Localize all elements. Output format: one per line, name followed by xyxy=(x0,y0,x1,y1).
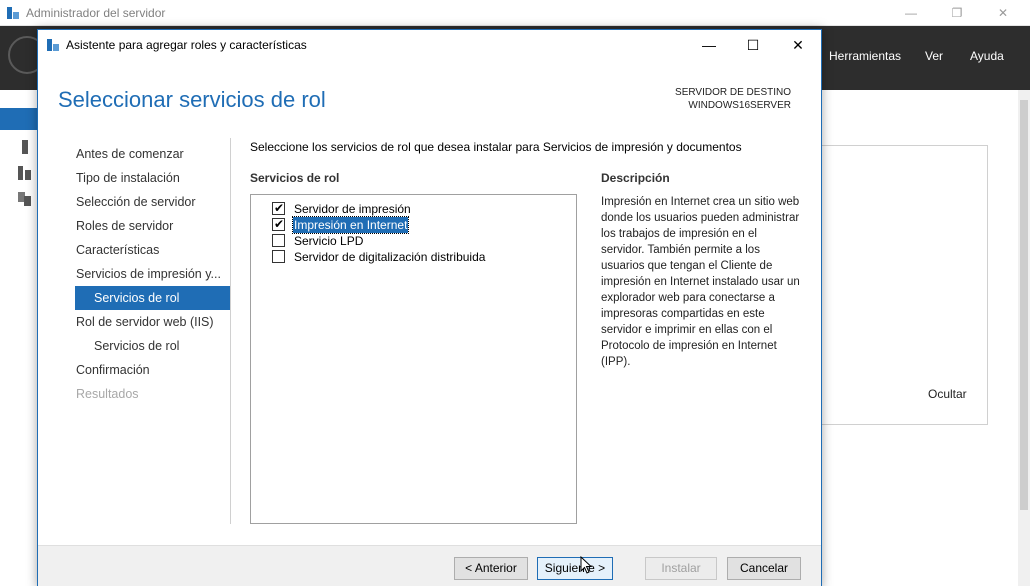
wizard-steps: Antes de comenzar Tipo de instalación Se… xyxy=(75,142,230,406)
previous-button[interactable]: < Anterior xyxy=(454,557,528,580)
checkbox-print-server[interactable]: ✔ xyxy=(272,201,285,215)
destination-server: SERVIDOR DE DESTINO WINDOWS16SERVER xyxy=(675,86,791,112)
dashboard-icon[interactable] xyxy=(0,108,38,130)
destination-server-name: WINDOWS16SERVER xyxy=(688,100,791,111)
wizard-minimize-icon[interactable]: — xyxy=(686,30,732,60)
server-manager-title: Administrador del servidor xyxy=(26,6,166,20)
step-role-services-print[interactable]: Servicios de rol xyxy=(75,286,230,310)
checkbox-internet-printing[interactable]: ✔ xyxy=(272,217,285,231)
wizard-app-icon xyxy=(47,39,59,51)
checkmark-icon: ✔ xyxy=(274,201,285,215)
hide-link[interactable]: Ocultar xyxy=(928,387,967,401)
menu-view[interactable]: Ver xyxy=(925,49,943,63)
scrollbar-thumb[interactable] xyxy=(1020,100,1028,510)
step-results: Resultados xyxy=(76,387,139,401)
cancel-button[interactable]: Cancelar xyxy=(727,557,801,580)
step-web-server-role[interactable]: Rol de servidor web (IIS) xyxy=(75,310,230,334)
step-confirmation[interactable]: Confirmación xyxy=(75,358,230,382)
wizard-titlebar: Asistente para agregar roles y caracterí… xyxy=(38,30,821,60)
scrollbar[interactable] xyxy=(1018,90,1030,586)
step-role-services-iis[interactable]: Servicios de rol xyxy=(75,334,230,358)
list-item-label: Servicio LPD xyxy=(294,234,364,248)
wizard-close-icon[interactable]: ✕ xyxy=(775,30,821,60)
background-panel xyxy=(818,145,988,425)
server-manager-nav xyxy=(0,90,38,586)
close-icon[interactable]: ✕ xyxy=(980,0,1026,26)
destination-label: SERVIDOR DE DESTINO xyxy=(675,87,791,98)
wizard-title: Asistente para agregar roles y caracterí… xyxy=(66,38,307,52)
description-label: Descripción xyxy=(601,171,670,185)
wizard-maximize-icon[interactable]: ☐ xyxy=(730,30,776,60)
step-server-roles[interactable]: Roles de servidor xyxy=(75,214,230,238)
checkbox-distributed-scan-server[interactable] xyxy=(272,250,285,263)
step-installation-type[interactable]: Tipo de instalación xyxy=(75,166,230,190)
install-button: Instalar xyxy=(645,557,717,580)
server-manager-titlebar: Administrador del servidor — ❐ ✕ xyxy=(0,0,1030,26)
step-features[interactable]: Características xyxy=(75,238,230,262)
checkmark-icon: ✔ xyxy=(274,217,285,231)
next-button[interactable]: Siguiente > xyxy=(537,557,613,580)
list-item-label: Servidor de impresión xyxy=(294,202,411,216)
step-server-selection[interactable]: Selección de servidor xyxy=(75,190,230,214)
server-manager-icon xyxy=(7,7,19,19)
all-servers-icon[interactable] xyxy=(0,162,38,184)
maximize-icon[interactable]: ❐ xyxy=(934,0,980,26)
intro-text: Seleccione los servicios de rol que dese… xyxy=(250,140,742,154)
add-roles-wizard: Asistente para agregar roles y caracterí… xyxy=(37,29,822,586)
role-services-list[interactable]: ✔ Servidor de impresión ✔ Impresión en I… xyxy=(250,194,577,524)
description-text: Impresión en Internet crea un sitio web … xyxy=(601,196,800,368)
menu-help[interactable]: Ayuda xyxy=(970,49,1004,63)
list-item-label: Impresión en Internet xyxy=(291,216,410,234)
list-item-label: Servidor de digitalización distribuida xyxy=(294,250,486,264)
checkbox-lpd-service[interactable] xyxy=(272,234,285,247)
local-server-icon[interactable] xyxy=(0,136,38,158)
steps-divider xyxy=(230,138,231,524)
menu-tools[interactable]: Herramientas xyxy=(829,49,901,63)
mouse-pointer-icon xyxy=(580,556,592,574)
step-print-services[interactable]: Servicios de impresión y... xyxy=(75,262,230,286)
services-label: Servicios de rol xyxy=(250,171,340,185)
step-before-you-begin[interactable]: Antes de comenzar xyxy=(75,142,230,166)
minimize-icon[interactable]: — xyxy=(888,0,934,26)
page-title: Seleccionar servicios de rol xyxy=(58,87,326,112)
file-services-icon[interactable] xyxy=(0,188,38,210)
wizard-footer: < Anterior Siguiente > Instalar Cancelar xyxy=(38,545,821,586)
